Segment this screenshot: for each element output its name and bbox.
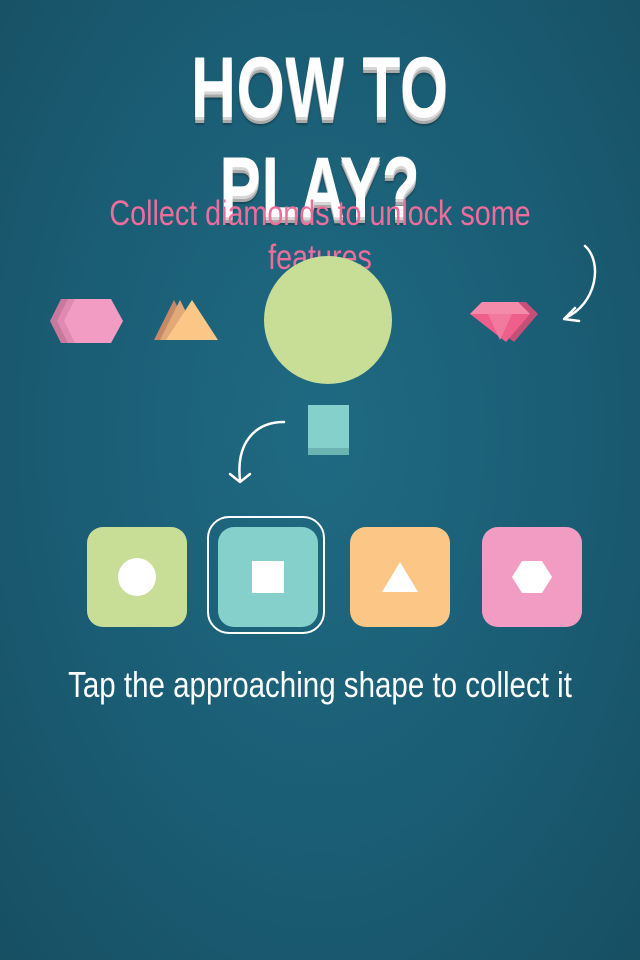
approaching-circle-shape	[264, 256, 392, 384]
curved-arrow-to-tiles-icon	[228, 420, 286, 484]
circle-icon	[118, 558, 156, 596]
triangle-icon	[382, 562, 418, 592]
square-icon	[252, 561, 284, 593]
hexagon-stack-icon	[50, 299, 123, 343]
triangle-stack-icon	[154, 300, 218, 340]
diamond-icon	[470, 302, 538, 342]
hexagon-icon	[512, 561, 552, 593]
curved-arrow-to-diamond-icon	[562, 244, 597, 323]
tap-hint-text: Tap the approaching shape to collect it	[68, 664, 572, 705]
circle-shape-button[interactable]	[87, 527, 187, 627]
falling-square-shape	[308, 405, 349, 455]
triangle-shape-button[interactable]	[350, 527, 450, 627]
hexagon-shape-button[interactable]	[482, 527, 582, 627]
square-shape-button[interactable]	[218, 527, 318, 627]
